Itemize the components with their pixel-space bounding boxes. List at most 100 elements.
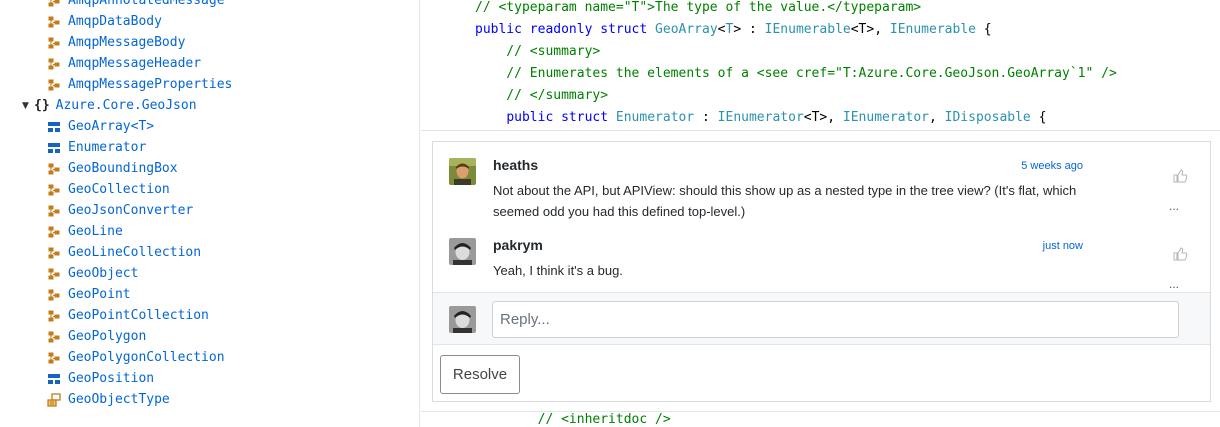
tree-item[interactable]: GeoPolygon	[46, 326, 146, 347]
comment-thread: heaths 5 weeks ago Not about the API, bu…	[432, 141, 1211, 402]
code-line: public readonly struct GeoArray<T> : IEn…	[475, 19, 992, 41]
class-icon	[48, 310, 60, 321]
tree-item-label: AmqpAnnotatedMessage	[68, 0, 225, 8]
code-line: // <summary>	[475, 41, 600, 63]
code-token: struct	[561, 110, 609, 125]
tree-item[interactable]: GeoPointCollection	[46, 305, 209, 326]
tree-item[interactable]: GeoJsonConverter	[46, 200, 193, 221]
comment-heaths: heaths 5 weeks ago Not about the API, bu…	[433, 142, 1210, 226]
thread-divider-bottom	[421, 411, 1220, 412]
code-token[interactable]: GeoArray	[655, 22, 718, 37]
tree-item[interactable]: AmqpMessageHeader	[46, 53, 201, 74]
code-line: // Enumerates the elements of a <see cre…	[475, 63, 1117, 85]
class-icon	[48, 331, 60, 342]
code-token: {	[1030, 110, 1047, 125]
tree-item[interactable]: GeoCollection	[46, 179, 170, 200]
code-token: // Enumerates the elements of a <see cre…	[475, 66, 1117, 81]
tree-item-label: Enumerator	[68, 140, 147, 155]
tree-item-label: GeoArray<T>	[68, 119, 155, 134]
tree-item[interactable]: AmqpMessageProperties	[46, 74, 232, 95]
code-token: ,	[929, 110, 945, 125]
tree-item-label: GeoBoundingBox	[68, 161, 178, 176]
thumbs-up-icon[interactable]	[1172, 246, 1188, 262]
tree-item-label: GeoPolygon	[68, 329, 147, 344]
comment-author[interactable]: pakrym	[493, 237, 543, 253]
tree-item-label: AmqpMessageProperties	[68, 77, 233, 92]
tree-item-label: GeoPolygonCollection	[68, 350, 225, 365]
tree-item[interactable]: GeoPolygonCollection	[46, 347, 225, 368]
comment-author[interactable]: heaths	[493, 157, 538, 173]
tree-item-label: GeoCollection	[68, 182, 170, 197]
avatar-heaths	[449, 158, 476, 185]
code-token[interactable]: IEnumerable	[765, 22, 851, 37]
tree-item[interactable]: AmqpMessageBody	[46, 32, 185, 53]
enum-icon	[47, 392, 61, 407]
struct-icon	[48, 121, 60, 132]
code-token: <	[717, 22, 726, 37]
comment-pakrym: pakrym just now Yeah, I think it's a bug…	[433, 226, 1210, 292]
code-token: <T>,	[850, 22, 890, 37]
tree-item[interactable]: GeoPoint	[46, 284, 131, 305]
tree-item-label: GeoLine	[68, 224, 123, 239]
tree-namespace[interactable]: ▼{} Azure.Core.GeoJson	[22, 95, 197, 116]
tree-item[interactable]: GeoPosition	[46, 368, 154, 389]
api-tree-sidebar: AmqpAnnotatedMessage AmqpDataBody AmqpMess…	[0, 0, 420, 427]
tree-item[interactable]: GeoObjectType	[46, 389, 170, 410]
reply-area	[433, 292, 1210, 345]
class-icon	[48, 289, 60, 300]
tree-item-label: GeoLineCollection	[68, 245, 202, 260]
code-token: struct	[600, 22, 648, 37]
class-icon	[48, 352, 60, 363]
code-token: :	[694, 110, 718, 125]
tree-item[interactable]: AmqpDataBody	[46, 11, 162, 32]
code-token: <T>,	[803, 110, 843, 125]
class-icon	[48, 268, 60, 279]
tree-item[interactable]: GeoBoundingBox	[46, 158, 178, 179]
comment-body: Yeah, I think it's a bug.	[493, 263, 623, 278]
code-line: // </summary>	[475, 85, 608, 107]
class-icon	[48, 247, 60, 258]
class-icon	[48, 58, 60, 69]
struct-icon	[48, 373, 60, 384]
tree-item[interactable]: GeoObject	[46, 263, 138, 284]
tree-item[interactable]: GeoArray<T>	[46, 116, 154, 137]
tree-item[interactable]: GeoLineCollection	[46, 242, 201, 263]
code-token[interactable]: IEnumerator	[718, 110, 804, 125]
more-options-icon[interactable]: ...	[1169, 277, 1179, 291]
class-icon	[48, 79, 60, 90]
comment-timestamp[interactable]: 5 weeks ago	[1021, 160, 1083, 172]
code-line: // <typeparam name="T">The type of the v…	[475, 0, 921, 19]
code-token: // <typeparam name="T">The type of the v…	[475, 0, 922, 15]
avatar-current-user	[449, 306, 476, 333]
code-token: // </summary>	[475, 88, 609, 103]
tree-item-label: AmqpDataBody	[68, 14, 162, 29]
class-icon	[48, 0, 60, 6]
code-token: // <summary>	[475, 44, 601, 59]
code-token[interactable]: IEnumerator	[843, 110, 929, 125]
tree-item[interactable]: AmqpAnnotatedMessage	[46, 0, 225, 11]
comment-timestamp[interactable]: just now	[1043, 240, 1083, 252]
class-icon	[48, 16, 60, 27]
class-icon	[48, 205, 60, 216]
tree-item[interactable]: Enumerator	[46, 137, 146, 158]
class-icon	[48, 163, 60, 174]
reply-input[interactable]	[492, 301, 1179, 338]
thumbs-up-icon[interactable]	[1172, 168, 1188, 184]
code-token: readonly	[529, 22, 593, 37]
more-options-icon[interactable]: ...	[1169, 199, 1179, 213]
tree-item-label: AmqpMessageBody	[68, 35, 186, 50]
tree-item-label: GeoObjectType	[68, 392, 170, 407]
code-token: {	[975, 22, 992, 37]
tree-item[interactable]: GeoLine	[46, 221, 123, 242]
resolve-button[interactable]: Resolve	[440, 355, 520, 394]
struct-icon	[48, 142, 60, 153]
code-token[interactable]: IEnumerable	[890, 22, 976, 37]
chevron-down-icon[interactable]: ▼	[22, 101, 32, 111]
code-token[interactable]: IDisposable	[945, 110, 1031, 125]
code-token[interactable]: Enumerator	[616, 110, 694, 125]
